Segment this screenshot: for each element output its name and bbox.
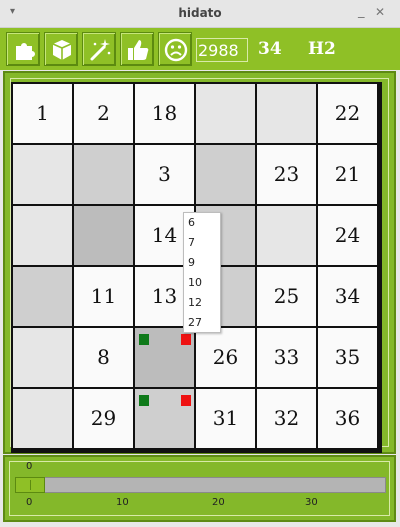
candidate-option[interactable]: 10 bbox=[184, 273, 220, 293]
level-label: H2 bbox=[308, 39, 336, 59]
cell-number: 29 bbox=[90, 406, 117, 430]
puzzle-icon bbox=[16, 43, 35, 60]
grid-cell[interactable]: 24 bbox=[318, 206, 377, 265]
cell-number: 8 bbox=[97, 345, 110, 369]
grid-cell[interactable] bbox=[135, 328, 194, 387]
grid-cell[interactable] bbox=[13, 328, 72, 387]
cell-number: 23 bbox=[273, 162, 300, 186]
sad-face-button[interactable] bbox=[158, 32, 192, 66]
remaining-count: 34 bbox=[258, 39, 282, 59]
cell-number: 21 bbox=[334, 162, 361, 186]
close-icon[interactable]: ✕ bbox=[375, 5, 385, 19]
slider-handle[interactable] bbox=[15, 477, 45, 493]
cell-number: 33 bbox=[273, 345, 300, 369]
minimize-icon[interactable]: _ bbox=[358, 4, 365, 19]
cell-number: 2 bbox=[97, 101, 110, 125]
grid-cell[interactable]: 2 bbox=[74, 84, 133, 143]
cell-number: 36 bbox=[334, 406, 361, 430]
cell-number: 31 bbox=[212, 406, 239, 430]
cell-number: 25 bbox=[273, 284, 300, 308]
grid-cell[interactable]: 31 bbox=[196, 389, 255, 448]
grid-cell[interactable]: 18 bbox=[135, 84, 194, 143]
grid-cell[interactable] bbox=[196, 145, 255, 204]
grid-cell[interactable]: 1 bbox=[13, 84, 72, 143]
grid-cell[interactable]: 34 bbox=[318, 267, 377, 326]
cell-number: 11 bbox=[90, 284, 117, 308]
grid-cell[interactable]: 32 bbox=[257, 389, 316, 448]
score-field[interactable] bbox=[196, 38, 248, 62]
cell-number: 18 bbox=[151, 101, 178, 125]
grid-cell[interactable] bbox=[257, 84, 316, 143]
slider-grip bbox=[30, 480, 31, 490]
cell-number: 26 bbox=[212, 345, 239, 369]
slider-tick-label: 30 bbox=[305, 497, 318, 508]
candidate-option[interactable]: 9 bbox=[184, 253, 220, 273]
grid-cell[interactable]: 22 bbox=[318, 84, 377, 143]
grid-cell[interactable] bbox=[257, 206, 316, 265]
grid-cell[interactable] bbox=[13, 389, 72, 448]
grid-cell[interactable]: 11 bbox=[74, 267, 133, 326]
slider-track[interactable] bbox=[15, 477, 386, 493]
grid-cell[interactable]: 29 bbox=[74, 389, 133, 448]
candidate-option[interactable]: 27 bbox=[184, 313, 220, 333]
thumbs-up-button[interactable] bbox=[120, 32, 154, 66]
grid-cell[interactable] bbox=[13, 267, 72, 326]
grid-cell[interactable] bbox=[135, 389, 194, 448]
green-marker bbox=[139, 334, 149, 345]
cell-number: 32 bbox=[273, 406, 300, 430]
cube-icon bbox=[52, 40, 72, 60]
grid-cell[interactable] bbox=[74, 145, 133, 204]
green-marker bbox=[139, 395, 149, 406]
grid-cell[interactable] bbox=[196, 84, 255, 143]
grid-cell[interactable]: 8 bbox=[74, 328, 133, 387]
candidate-popup: 6 7 9 10 12 27 bbox=[183, 212, 221, 333]
cell-number: 35 bbox=[334, 345, 361, 369]
cell-number: 22 bbox=[334, 101, 361, 125]
slider-tick-label: 10 bbox=[116, 497, 129, 508]
toolbar: 34 H2 bbox=[0, 28, 400, 70]
title-bar: ▾ hidato _ ✕ bbox=[0, 0, 400, 28]
grid-cell[interactable]: 3 bbox=[135, 145, 194, 204]
slider-tick-label: 20 bbox=[212, 497, 225, 508]
grid-cell[interactable] bbox=[13, 206, 72, 265]
magic-wand-icon bbox=[90, 39, 111, 61]
red-marker bbox=[181, 334, 191, 345]
grid-cell[interactable]: 25 bbox=[257, 267, 316, 326]
grid-cell[interactable]: 26 bbox=[196, 328, 255, 387]
grid-cell[interactable]: 33 bbox=[257, 328, 316, 387]
cell-number: 1 bbox=[36, 101, 49, 125]
slider-tick-label: 0 bbox=[26, 497, 33, 508]
thumbs-up-icon bbox=[128, 40, 149, 60]
grid-cell[interactable]: 21 bbox=[318, 145, 377, 204]
magic-wand-button[interactable] bbox=[82, 32, 116, 66]
grid-cell[interactable] bbox=[74, 206, 133, 265]
grid-cell[interactable]: 23 bbox=[257, 145, 316, 204]
cell-number: 24 bbox=[334, 223, 361, 247]
red-marker bbox=[181, 395, 191, 406]
grid-cell[interactable] bbox=[13, 145, 72, 204]
slider-value: 0 bbox=[26, 461, 33, 472]
puzzle-button[interactable] bbox=[6, 32, 40, 66]
cube-button[interactable] bbox=[44, 32, 78, 66]
grid-cell[interactable]: 36 bbox=[318, 389, 377, 448]
grid-cell[interactable]: 35 bbox=[318, 328, 377, 387]
window-title: hidato bbox=[178, 6, 222, 20]
cell-number: 3 bbox=[158, 162, 171, 186]
candidate-option[interactable]: 12 bbox=[184, 293, 220, 313]
cell-number: 34 bbox=[334, 284, 361, 308]
candidate-option[interactable]: 7 bbox=[184, 233, 220, 253]
sad-face-icon bbox=[164, 38, 188, 62]
candidate-option[interactable]: 6 bbox=[184, 213, 220, 233]
